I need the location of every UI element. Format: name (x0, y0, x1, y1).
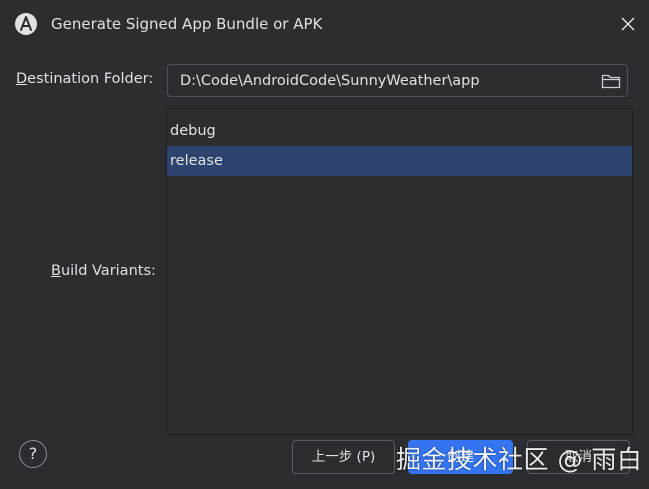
variant-item-release[interactable]: release (167, 146, 632, 176)
build-variants-label: Build Variants: (51, 263, 156, 279)
window-title: Generate Signed App Bundle or APK (51, 15, 323, 33)
previous-button[interactable]: 上一步 (P) (292, 440, 395, 474)
destination-folder-field[interactable] (167, 64, 628, 97)
android-studio-icon (15, 13, 37, 35)
destination-folder-input[interactable] (168, 65, 588, 96)
variant-item-debug[interactable]: debug (167, 116, 632, 146)
watermark: 掘金技术社区 @ 雨白 (396, 445, 643, 474)
close-icon[interactable] (615, 11, 641, 37)
build-variants-list[interactable]: debug release (166, 108, 633, 435)
folder-icon[interactable] (600, 71, 622, 91)
destination-folder-label: Destination Folder: (16, 71, 154, 87)
help-button[interactable]: ? (19, 440, 47, 468)
title-bar: Generate Signed App Bundle or APK (0, 0, 649, 50)
